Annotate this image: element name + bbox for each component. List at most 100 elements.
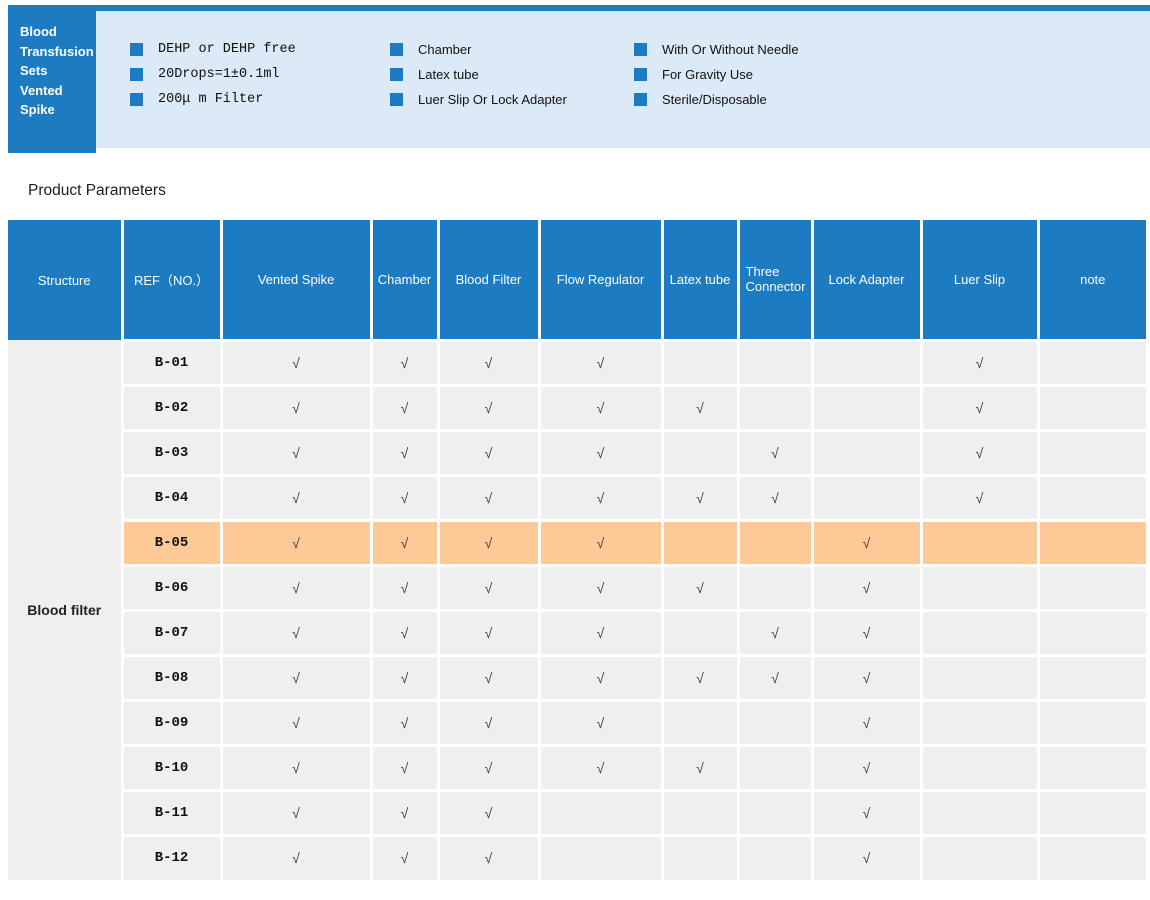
- checkmark-cell: √: [812, 743, 923, 790]
- empty-cell: [812, 338, 923, 385]
- feature-label: Latex tube: [418, 67, 479, 82]
- empty-cell: [1038, 473, 1146, 520]
- checkmark-cell: √: [921, 428, 1040, 475]
- checkmark-cell: √: [539, 743, 664, 790]
- checkmark-cell: √: [371, 653, 440, 700]
- table-row: B-11 √ √ √ √: [8, 788, 1146, 835]
- empty-cell: [662, 608, 740, 655]
- table-row: B-09 √ √ √ √ √: [8, 698, 1146, 745]
- feature-label: With Or Without Needle: [662, 42, 799, 57]
- checkmark-cell: √: [438, 473, 541, 520]
- checkmark-cell: √: [662, 743, 740, 790]
- empty-cell: [539, 833, 664, 880]
- feature-item: 200μ m Filter: [130, 87, 296, 112]
- empty-cell: [1038, 608, 1146, 655]
- table-row: B-03 √ √ √ √ √ √: [8, 428, 1146, 475]
- ref-cell: B-05: [122, 518, 223, 565]
- checkmark-cell: √: [371, 698, 440, 745]
- bullet-square-icon: [130, 93, 143, 106]
- empty-cell: [812, 428, 923, 475]
- product-parameters-table: Structure REF（NO.） Vented Spike Chamber …: [8, 220, 1146, 880]
- feature-column-1: DEHP or DEHP free 20Drops=1±0.1ml 200μ m…: [130, 37, 296, 112]
- feature-label: DEHP or DEHP free: [158, 42, 296, 57]
- empty-cell: [738, 698, 814, 745]
- checkmark-cell: √: [738, 653, 814, 700]
- checkmark-cell: √: [221, 473, 373, 520]
- checkmark-cell: √: [221, 608, 373, 655]
- empty-cell: [1038, 788, 1146, 835]
- checkmark-cell: √: [921, 383, 1040, 430]
- ref-cell: B-07: [122, 608, 223, 655]
- empty-cell: [921, 608, 1040, 655]
- header-luer-slip: Luer Slip: [921, 220, 1040, 340]
- header-ref-no: REF（NO.）: [122, 220, 223, 340]
- empty-cell: [662, 428, 740, 475]
- empty-cell: [1038, 833, 1146, 880]
- checkmark-cell: √: [371, 383, 440, 430]
- empty-cell: [738, 518, 814, 565]
- checkmark-cell: √: [921, 473, 1040, 520]
- checkmark-cell: √: [812, 608, 923, 655]
- header-structure: Structure: [8, 220, 124, 340]
- empty-cell: [738, 788, 814, 835]
- empty-cell: [812, 383, 923, 430]
- checkmark-cell: √: [221, 698, 373, 745]
- table-row: B-10 √ √ √ √ √ √: [8, 743, 1146, 790]
- empty-cell: [1038, 338, 1146, 385]
- checkmark-cell: √: [662, 563, 740, 610]
- bullet-square-icon: [634, 68, 647, 81]
- empty-cell: [921, 743, 1040, 790]
- empty-cell: [738, 338, 814, 385]
- checkmark-cell: √: [438, 383, 541, 430]
- checkmark-cell: √: [539, 653, 664, 700]
- checkmark-cell: √: [371, 608, 440, 655]
- checkmark-cell: √: [438, 608, 541, 655]
- checkmark-cell: √: [539, 518, 664, 565]
- empty-cell: [921, 563, 1040, 610]
- ref-cell: B-12: [122, 833, 223, 880]
- bullet-square-icon: [130, 43, 143, 56]
- checkmark-cell: √: [812, 563, 923, 610]
- header-blood-filter: Blood Filter: [438, 220, 541, 340]
- header-vented-spike: Vented Spike: [221, 220, 373, 340]
- feature-column-3: With Or Without Needle For Gravity Use S…: [634, 37, 799, 112]
- feature-item: Latex tube: [390, 62, 567, 87]
- empty-cell: [662, 698, 740, 745]
- header-lock-adapter: Lock Adapter: [812, 220, 923, 340]
- feature-label: Luer Slip Or Lock Adapter: [418, 92, 567, 107]
- checkmark-cell: √: [221, 653, 373, 700]
- feature-label: For Gravity Use: [662, 67, 754, 82]
- checkmark-cell: √: [371, 833, 440, 880]
- checkmark-cell: √: [221, 563, 373, 610]
- table-row: B-02 √ √ √ √ √ √: [8, 383, 1146, 430]
- banner-title: Blood Transfusion Sets Vented Spike: [20, 24, 94, 117]
- feature-column-2: Chamber Latex tube Luer Slip Or Lock Ada…: [390, 37, 567, 112]
- empty-cell: [921, 518, 1040, 565]
- checkmark-cell: √: [539, 338, 664, 385]
- checkmark-cell: √: [662, 473, 740, 520]
- empty-cell: [921, 788, 1040, 835]
- empty-cell: [738, 383, 814, 430]
- checkmark-cell: √: [221, 518, 373, 565]
- empty-cell: [812, 473, 923, 520]
- table-body: Blood filter B-01 √ √ √ √ √ B-02 √ √ √ √ √ √ B-03 √ √ √ √ √…: [8, 338, 1146, 880]
- feature-item: Chamber: [390, 37, 567, 62]
- checkmark-cell: √: [812, 653, 923, 700]
- header-row: Structure REF（NO.） Vented Spike Chamber …: [8, 220, 1146, 340]
- ref-cell: B-03: [122, 428, 223, 475]
- banner-panel: DEHP or DEHP free 20Drops=1±0.1ml 200μ m…: [96, 5, 1150, 148]
- empty-cell: [738, 743, 814, 790]
- checkmark-cell: √: [438, 338, 541, 385]
- bullet-square-icon: [390, 93, 403, 106]
- checkmark-cell: √: [438, 743, 541, 790]
- checkmark-cell: √: [438, 428, 541, 475]
- checkmark-cell: √: [371, 338, 440, 385]
- checkmark-cell: √: [539, 383, 664, 430]
- ref-cell: B-09: [122, 698, 223, 745]
- feature-label: 200μ m Filter: [158, 92, 264, 107]
- table-row: B-06 √ √ √ √ √ √: [8, 563, 1146, 610]
- bullet-square-icon: [130, 68, 143, 81]
- checkmark-cell: √: [438, 833, 541, 880]
- banner-features: DEHP or DEHP free 20Drops=1±0.1ml 200μ m…: [96, 11, 1150, 148]
- checkmark-cell: √: [221, 383, 373, 430]
